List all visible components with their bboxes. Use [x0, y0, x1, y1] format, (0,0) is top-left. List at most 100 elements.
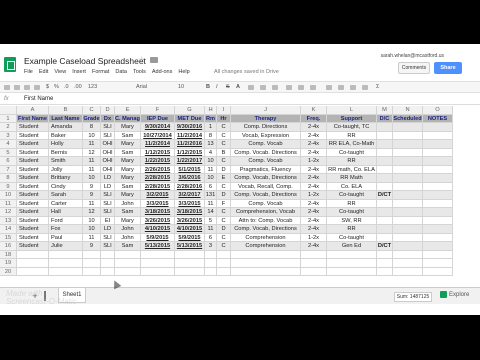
decimal-more-icon[interactable]: .00	[74, 84, 82, 91]
table-cell[interactable]	[423, 131, 453, 140]
table-cell[interactable]: 2/28/2015	[141, 182, 175, 191]
column-letter-d[interactable]: D	[101, 106, 115, 115]
table-cell[interactable]	[393, 131, 423, 140]
table-cell[interactable]: Student	[17, 140, 49, 149]
column-letter-g[interactable]: G	[175, 106, 205, 115]
undo-icon[interactable]	[14, 85, 20, 90]
table-cell[interactable]	[393, 174, 423, 183]
table-cell[interactable]	[377, 208, 393, 217]
column-letter-k[interactable]: K	[301, 106, 327, 115]
table-cell[interactable]	[393, 242, 423, 251]
table-cell[interactable]	[423, 267, 453, 276]
table-cell[interactable]: Smith	[49, 157, 83, 166]
column-header[interactable]: Freq.	[301, 114, 327, 123]
table-cell[interactable]: Student	[17, 123, 49, 132]
table-cell[interactable]: 10	[83, 225, 101, 234]
menu-addons[interactable]: Add-ons	[152, 69, 173, 75]
row-number[interactable]: 13	[0, 216, 17, 225]
table-cell[interactable]: RR	[327, 157, 377, 166]
table-cell[interactable]	[377, 148, 393, 157]
table-cell[interactable]: 5/9/2015	[175, 233, 205, 242]
table-cell[interactable]: C	[217, 216, 231, 225]
row-number[interactable]: 8	[0, 174, 17, 183]
table-cell[interactable]: Co-taught	[327, 191, 377, 200]
row-number[interactable]: 12	[0, 208, 17, 217]
table-cell[interactable]: 8	[205, 131, 217, 140]
table-cell[interactable]: 11/2/2016	[175, 140, 205, 149]
table-cell[interactable]	[423, 148, 453, 157]
sheets-logo-icon[interactable]	[4, 57, 16, 72]
table-cell[interactable]: 2-4x	[301, 242, 327, 251]
table-cell[interactable]	[393, 259, 423, 268]
table-cell[interactable]	[141, 250, 175, 259]
table-cell[interactable]: 11	[83, 140, 101, 149]
table-cell[interactable]: SLI	[101, 242, 115, 251]
table-cell[interactable]	[393, 165, 423, 174]
table-cell[interactable]	[301, 250, 327, 259]
table-cell[interactable]	[423, 191, 453, 200]
table-cell[interactable]: 12	[83, 208, 101, 217]
table-cell[interactable]	[327, 259, 377, 268]
table-cell[interactable]	[377, 225, 393, 234]
table-cell[interactable]	[393, 199, 423, 208]
table-cell[interactable]	[393, 216, 423, 225]
table-cell[interactable]: 14	[205, 208, 217, 217]
row-number[interactable]: 18	[0, 250, 17, 259]
table-cell[interactable]: Mary	[115, 165, 141, 174]
table-cell[interactable]: Brittany	[49, 174, 83, 183]
table-cell[interactable]	[423, 216, 453, 225]
table-cell[interactable]: 11	[83, 157, 101, 166]
table-cell[interactable]	[423, 242, 453, 251]
table-cell[interactable]: Sam	[115, 208, 141, 217]
bold-icon[interactable]: B	[206, 84, 210, 91]
table-cell[interactable]: Comp. Vocab	[231, 199, 301, 208]
table-cell[interactable]	[205, 267, 217, 276]
table-cell[interactable]	[377, 250, 393, 259]
menu-view[interactable]: View	[54, 69, 66, 75]
table-cell[interactable]: Vocab, Expression	[231, 131, 301, 140]
table-cell[interactable]: 2-4x	[301, 174, 327, 183]
table-cell[interactable]	[393, 148, 423, 157]
table-cell[interactable]	[423, 199, 453, 208]
table-cell[interactable]: Sam	[115, 182, 141, 191]
table-cell[interactable]	[393, 157, 423, 166]
strikethrough-icon[interactable]: S	[226, 84, 230, 91]
table-cell[interactable]: 5/1/2015	[175, 165, 205, 174]
table-cell[interactable]: 3	[205, 242, 217, 251]
row-number[interactable]: 5	[0, 148, 17, 157]
table-cell[interactable]	[393, 225, 423, 234]
table-cell[interactable]: LD	[101, 225, 115, 234]
table-cell[interactable]: 1-2x	[301, 191, 327, 200]
table-cell[interactable]: Hall	[49, 208, 83, 217]
table-cell[interactable]: Comp. Vocab, Directions	[231, 191, 301, 200]
table-cell[interactable]: SLI	[101, 123, 115, 132]
table-cell[interactable]: Student	[17, 233, 49, 242]
table-cell[interactable]	[377, 157, 393, 166]
table-cell[interactable]: 3/3/2015	[141, 199, 175, 208]
table-cell[interactable]: 8	[83, 123, 101, 132]
column-letter-e[interactable]: E	[115, 106, 141, 115]
wrap-icon[interactable]	[310, 85, 316, 90]
table-cell[interactable]: LD	[101, 174, 115, 183]
table-cell[interactable]	[83, 259, 101, 268]
table-cell[interactable]: 2-4x	[301, 165, 327, 174]
table-cell[interactable]	[393, 123, 423, 132]
table-cell[interactable]: Student	[17, 148, 49, 157]
table-cell[interactable]: 2-4x	[301, 208, 327, 217]
menu-help[interactable]: Help	[178, 69, 189, 75]
table-cell[interactable]	[49, 250, 83, 259]
table-cell[interactable]: 5/13/2015	[175, 242, 205, 251]
table-cell[interactable]: C	[217, 208, 231, 217]
column-header[interactable]: D/C	[377, 114, 393, 123]
table-cell[interactable]: Mary	[115, 123, 141, 132]
table-cell[interactable]: 6	[205, 182, 217, 191]
table-cell[interactable]: 4	[205, 148, 217, 157]
column-header[interactable]: NOTES	[423, 114, 453, 123]
table-cell[interactable]: Paul	[49, 233, 83, 242]
table-cell[interactable]: Fox	[49, 225, 83, 234]
table-cell[interactable]: 11/2/2014	[141, 140, 175, 149]
redo-icon[interactable]	[24, 85, 30, 90]
table-cell[interactable]	[393, 182, 423, 191]
table-cell[interactable]: D/CT	[377, 242, 393, 251]
table-cell[interactable]	[423, 225, 453, 234]
